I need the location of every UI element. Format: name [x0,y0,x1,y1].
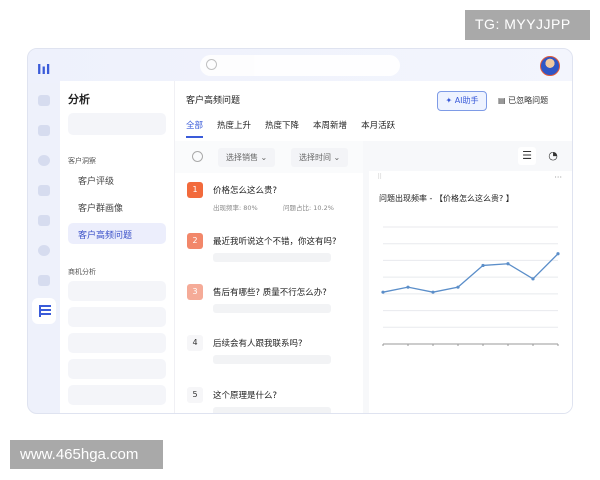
rank-badge: 4 [187,335,203,351]
app-logo-icon[interactable]: lıl [37,63,53,79]
education-icon[interactable] [38,275,50,286]
calendar-icon[interactable] [38,185,50,196]
blurred-meta [213,304,331,313]
analytics-icon[interactable] [32,298,56,324]
tab-active-this-month[interactable]: 本月活跃 [361,119,395,138]
watermark-top: TG: MYYJJPP [465,10,590,40]
question-text: 最近我听说这个不错，你这有吗? [213,237,337,247]
data-point [531,277,535,281]
blurred-item [68,307,166,327]
rank-badge: 3 [187,284,203,300]
question-text: 后续会有人跟我联系吗? [213,339,303,349]
data-point [406,285,410,289]
tab-falling[interactable]: 热度下降 [265,119,299,138]
app-window: lıl 分析 客户洞察 客户评级 客户群画像 客户高频问题 商机分析 客户高频问… [27,48,573,414]
secondary-sidebar: 分析 客户洞察 客户评级 客户群画像 客户高频问题 商机分析 [60,81,175,413]
section-opportunity-analysis: 商机分析 [68,268,96,276]
filter-tabs: 全部 热度上升 热度下降 本周新增 本月活跃 [186,119,395,138]
chevron-down-icon: ⌄ [260,153,268,162]
message-icon[interactable] [38,125,50,136]
share-text: 问题占比: 10.2% [283,204,334,212]
global-search-input[interactable] [200,55,400,76]
ignored-questions-button[interactable]: ▤ 已忽略问题 [498,95,548,106]
data-point [506,262,510,266]
search-icon[interactable] [192,151,203,162]
blurred-item [68,281,166,301]
tab-all[interactable]: 全部 [186,119,204,138]
sidebar-title: 分析 [68,93,90,106]
data-point [456,285,460,289]
top-bar: lıl [28,49,572,83]
sidebar-item-frequent-questions[interactable]: 客户高频问题 [68,223,166,244]
user-icon[interactable] [38,155,50,166]
time-select-label: 选择时间 [299,153,331,162]
rank-badge: 5 [187,387,203,403]
user-avatar[interactable] [540,56,560,76]
question-text: 价格怎么这么贵? [213,186,278,196]
document-icon: ▤ [498,96,509,105]
data-point [431,290,435,294]
chart-card: ⠿ ··· 问题出现频率 - 【价格怎么这么贵? 】 [369,171,572,413]
section-customer-insight: 客户洞察 [68,157,96,165]
page-title: 客户高频问题 [186,96,241,106]
blurred-item [68,333,166,353]
tab-rising[interactable]: 热度上升 [217,119,251,138]
rank-badge: 1 [187,182,203,198]
blurred-meta [213,407,331,413]
home-icon[interactable] [38,95,50,106]
icon-rail [28,83,60,413]
ignored-questions-label: 已忽略问题 [508,96,549,105]
line-chart [381,226,560,346]
sales-select[interactable]: 选择销售 ⌄ [218,148,276,167]
main-panel: 客户高频问题 ✦ AI助手 ▤ 已忽略问题 全部 热度上升 热度下降 本周新增 … [175,81,572,413]
blurred-meta [213,253,331,262]
ai-assistant-button[interactable]: ✦ AI助手 [437,91,487,111]
card-icon[interactable] [38,215,50,226]
list-view-icon[interactable]: ☰ [518,147,536,165]
blurred-item [68,113,166,135]
blurred-item [68,359,166,379]
watermark-bottom: www.465hga.com [10,440,163,469]
time-select[interactable]: 选择时间 ⌄ [291,148,349,167]
blurred-item [68,385,166,405]
question-text: 售后有哪些? 质量不行怎么办? [213,288,327,298]
view-toggle: ☰ ◔ [518,147,562,165]
sidebar-item-customer-portrait[interactable]: 客户群画像 [68,196,166,217]
tab-new-this-week[interactable]: 本周新增 [313,119,347,138]
frequency-text: 出现频率: 80% [213,204,258,212]
pie-chart-icon[interactable]: ◔ [544,147,562,165]
blurred-meta [213,355,331,364]
filter-bar: 选择销售 ⌄ 选择时间 ⌄ [175,141,363,173]
rank-badge: 2 [187,233,203,249]
sidebar-item-customer-rating[interactable]: 客户评级 [68,169,166,190]
data-point [556,252,560,256]
search-icon [206,59,217,70]
data-point [381,290,385,294]
ai-assistant-label: AI助手 [454,96,479,105]
data-point [481,263,485,268]
question-text: 这个原理是什么? [213,391,278,401]
chevron-down-icon: ⌄ [333,153,341,162]
sparkle-icon: ✦ [445,96,455,105]
chat-icon[interactable] [38,245,50,256]
sales-select-label: 选择销售 [226,153,258,162]
chart-panel: ☰ ◔ ⠿ ··· 问题出现频率 - 【价格怎么这么贵? 】 [363,141,572,413]
